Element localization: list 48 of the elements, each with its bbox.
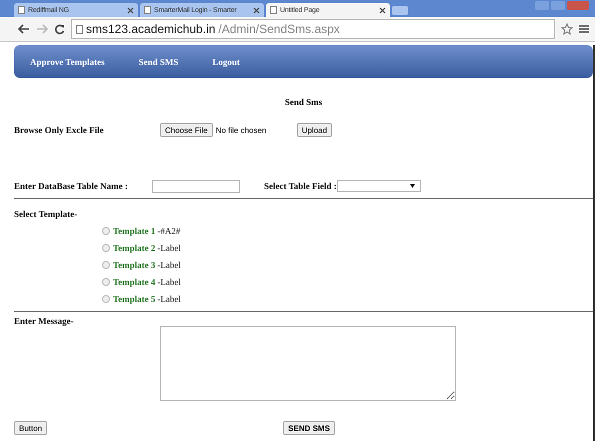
template-name: Template 3 [113, 260, 156, 270]
close-icon[interactable] [127, 6, 134, 14]
page-icon [270, 6, 277, 14]
page-icon [76, 24, 83, 34]
template-text: -Label [157, 276, 181, 286]
template-name: Template 2 [113, 242, 156, 252]
template-text: -Label [157, 242, 181, 252]
field-label: Select Table Field : [264, 181, 337, 191]
close-icon[interactable] [253, 6, 260, 14]
forward-icon[interactable] [36, 24, 48, 34]
template-name: Template 5 [113, 294, 156, 304]
page-icon [144, 6, 151, 14]
send-sms-button[interactable]: SEND SMS [283, 421, 335, 435]
template-text: -Label [157, 260, 181, 270]
choose-file-button[interactable]: Choose File [160, 123, 213, 137]
nav-link[interactable]: Approve Templates [30, 56, 105, 66]
file-status: No file chosen [216, 126, 268, 134]
dropdown[interactable] [336, 180, 421, 192]
field-label: Browse Only Excle File [14, 125, 105, 135]
radio-button[interactable] [102, 226, 110, 234]
close-icon[interactable] [379, 6, 386, 14]
template-text: -#A2# [157, 226, 180, 236]
caret-icon [410, 184, 415, 188]
page-icon [18, 6, 25, 14]
section-label: Select Template- [14, 209, 78, 219]
star-icon[interactable] [561, 23, 573, 35]
template-text: -Label [157, 294, 181, 304]
window-controls-icon[interactable] [535, 1, 589, 10]
template-name: Template 1 [113, 226, 156, 236]
nav-link[interactable]: Logout [212, 56, 240, 66]
template-name: Template 4 [113, 276, 156, 286]
section-label: Enter Message- [14, 316, 75, 326]
button[interactable]: Button [14, 421, 48, 435]
back-icon[interactable] [18, 24, 30, 34]
radio-button[interactable] [102, 278, 110, 286]
message-field[interactable] [160, 326, 456, 401]
field-label: Enter DataBase Table Name : [14, 181, 129, 191]
address-field[interactable]: sms123.academichub.in /Admin/SendSms.aspx [71, 19, 555, 39]
menu-icon[interactable] [579, 24, 589, 34]
radio-button[interactable] [102, 294, 110, 302]
page-title: Send Sms [284, 97, 324, 107]
new-tab-button[interactable] [392, 6, 408, 15]
radio-button[interactable] [102, 244, 110, 252]
radio-button[interactable] [102, 260, 110, 268]
nav-link[interactable]: Send SMS [138, 56, 178, 66]
input-field[interactable] [152, 180, 240, 192]
reload-icon[interactable] [54, 24, 65, 34]
upload-button[interactable]: Upload [296, 123, 332, 137]
